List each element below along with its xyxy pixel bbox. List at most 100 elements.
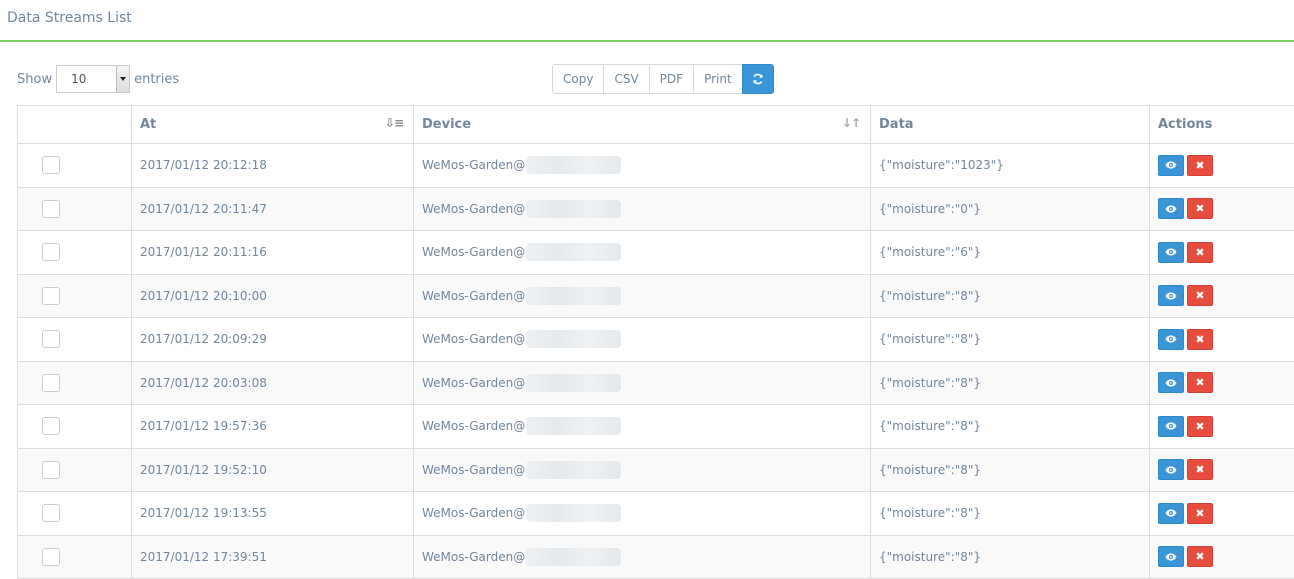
view-button[interactable] xyxy=(1158,372,1184,393)
actions-cell: ✖ xyxy=(1150,361,1294,405)
row-checkbox[interactable] xyxy=(42,548,60,566)
row-checkbox[interactable] xyxy=(42,200,60,218)
close-icon: ✖ xyxy=(1195,420,1204,433)
select-column-header[interactable] xyxy=(18,106,132,144)
close-icon: ✖ xyxy=(1195,246,1204,259)
table-row: 2017/01/12 20:11:16WeMos-Garden@{"moistu… xyxy=(18,231,1294,275)
device-name: WeMos-Garden@ xyxy=(422,245,525,259)
delete-button[interactable]: ✖ xyxy=(1187,459,1213,480)
delete-button[interactable]: ✖ xyxy=(1187,329,1213,350)
at-cell: 2017/01/12 19:57:36 xyxy=(132,405,414,449)
view-button[interactable] xyxy=(1158,285,1184,306)
row-checkbox[interactable] xyxy=(42,504,60,522)
at-column-header[interactable]: At ⇩≡ xyxy=(132,106,414,144)
row-select-cell xyxy=(18,448,132,492)
row-select-cell xyxy=(18,405,132,449)
row-checkbox[interactable] xyxy=(42,243,60,261)
eye-icon xyxy=(1165,422,1177,430)
row-checkbox[interactable] xyxy=(42,461,60,479)
row-select-cell xyxy=(18,187,132,231)
refresh-button[interactable] xyxy=(742,64,774,94)
actions-cell: ✖ xyxy=(1150,231,1294,275)
eye-icon xyxy=(1165,205,1177,213)
redacted-text xyxy=(526,548,621,566)
table-row: 2017/01/12 20:11:47WeMos-Garden@{"moistu… xyxy=(18,187,1294,231)
sort-icon: ↓↑ xyxy=(842,116,860,130)
actions-cell: ✖ xyxy=(1150,274,1294,318)
at-cell: 2017/01/12 19:13:55 xyxy=(132,492,414,536)
view-button[interactable] xyxy=(1158,329,1184,350)
delete-button[interactable]: ✖ xyxy=(1187,155,1213,176)
sort-desc-icon: ⇩≡ xyxy=(385,116,403,130)
device-name: WeMos-Garden@ xyxy=(422,332,525,346)
data-cell: {"moisture":"0"} xyxy=(871,187,1150,231)
device-name: WeMos-Garden@ xyxy=(422,419,525,433)
data-cell: {"moisture":"8"} xyxy=(871,535,1150,579)
delete-button[interactable]: ✖ xyxy=(1187,372,1213,393)
row-checkbox[interactable] xyxy=(42,156,60,174)
eye-icon xyxy=(1165,509,1177,517)
row-select-cell xyxy=(18,144,132,188)
table-row: 2017/01/12 20:10:00WeMos-Garden@{"moistu… xyxy=(18,274,1294,318)
device-header-label: Device xyxy=(422,117,471,132)
row-checkbox[interactable] xyxy=(42,374,60,392)
delete-button[interactable]: ✖ xyxy=(1187,285,1213,306)
actions-cell: ✖ xyxy=(1150,535,1294,579)
entries-label: entries xyxy=(134,72,179,87)
close-icon: ✖ xyxy=(1195,507,1204,520)
data-column-header: Data xyxy=(871,106,1150,144)
at-cell: 2017/01/12 20:03:08 xyxy=(132,361,414,405)
device-cell: WeMos-Garden@ xyxy=(414,187,871,231)
at-cell: 2017/01/12 20:09:29 xyxy=(132,318,414,362)
export-button-group: Copy CSV PDF Print xyxy=(552,64,774,94)
device-cell: WeMos-Garden@ xyxy=(414,144,871,188)
view-button[interactable] xyxy=(1158,459,1184,480)
delete-button[interactable]: ✖ xyxy=(1187,242,1213,263)
page-title: Data Streams List xyxy=(7,10,132,26)
device-cell: WeMos-Garden@ xyxy=(414,361,871,405)
delete-button[interactable]: ✖ xyxy=(1187,198,1213,219)
device-column-header[interactable]: Device ↓↑ xyxy=(414,106,871,144)
eye-icon xyxy=(1165,335,1177,343)
device-cell: WeMos-Garden@ xyxy=(414,448,871,492)
at-cell: 2017/01/12 20:12:18 xyxy=(132,144,414,188)
row-checkbox[interactable] xyxy=(42,287,60,305)
delete-button[interactable]: ✖ xyxy=(1187,503,1213,524)
at-cell: 2017/01/12 20:10:00 xyxy=(132,274,414,318)
data-cell: {"moisture":"8"} xyxy=(871,361,1150,405)
entries-select[interactable]: 10 xyxy=(56,65,130,93)
redacted-text xyxy=(526,200,621,218)
row-checkbox[interactable] xyxy=(42,330,60,348)
at-header-label: At xyxy=(140,117,156,132)
close-icon: ✖ xyxy=(1195,333,1204,346)
view-button[interactable] xyxy=(1158,242,1184,263)
csv-button[interactable]: CSV xyxy=(603,64,649,94)
close-icon: ✖ xyxy=(1195,376,1204,389)
actions-cell: ✖ xyxy=(1150,448,1294,492)
copy-button[interactable]: Copy xyxy=(552,64,604,94)
redacted-text xyxy=(526,417,621,435)
view-button[interactable] xyxy=(1158,155,1184,176)
delete-button[interactable]: ✖ xyxy=(1187,546,1213,567)
at-cell: 2017/01/12 19:52:10 xyxy=(132,448,414,492)
pdf-button[interactable]: PDF xyxy=(649,64,694,94)
table-row: 2017/01/12 20:09:29WeMos-Garden@{"moistu… xyxy=(18,318,1294,362)
refresh-icon xyxy=(752,73,764,85)
chevron-down-icon xyxy=(116,66,129,92)
redacted-text xyxy=(526,504,621,522)
actions-header-label: Actions xyxy=(1158,117,1212,132)
print-button[interactable]: Print xyxy=(693,64,743,94)
actions-cell: ✖ xyxy=(1150,492,1294,536)
view-button[interactable] xyxy=(1158,198,1184,219)
delete-button[interactable]: ✖ xyxy=(1187,416,1213,437)
data-cell: {"moisture":"6"} xyxy=(871,231,1150,275)
device-name: WeMos-Garden@ xyxy=(422,289,525,303)
table-row: 2017/01/12 20:03:08WeMos-Garden@{"moistu… xyxy=(18,361,1294,405)
table-row: 2017/01/12 19:57:36WeMos-Garden@{"moistu… xyxy=(18,405,1294,449)
row-checkbox[interactable] xyxy=(42,417,60,435)
device-name: WeMos-Garden@ xyxy=(422,202,525,216)
actions-cell: ✖ xyxy=(1150,187,1294,231)
view-button[interactable] xyxy=(1158,546,1184,567)
view-button[interactable] xyxy=(1158,416,1184,437)
view-button[interactable] xyxy=(1158,503,1184,524)
